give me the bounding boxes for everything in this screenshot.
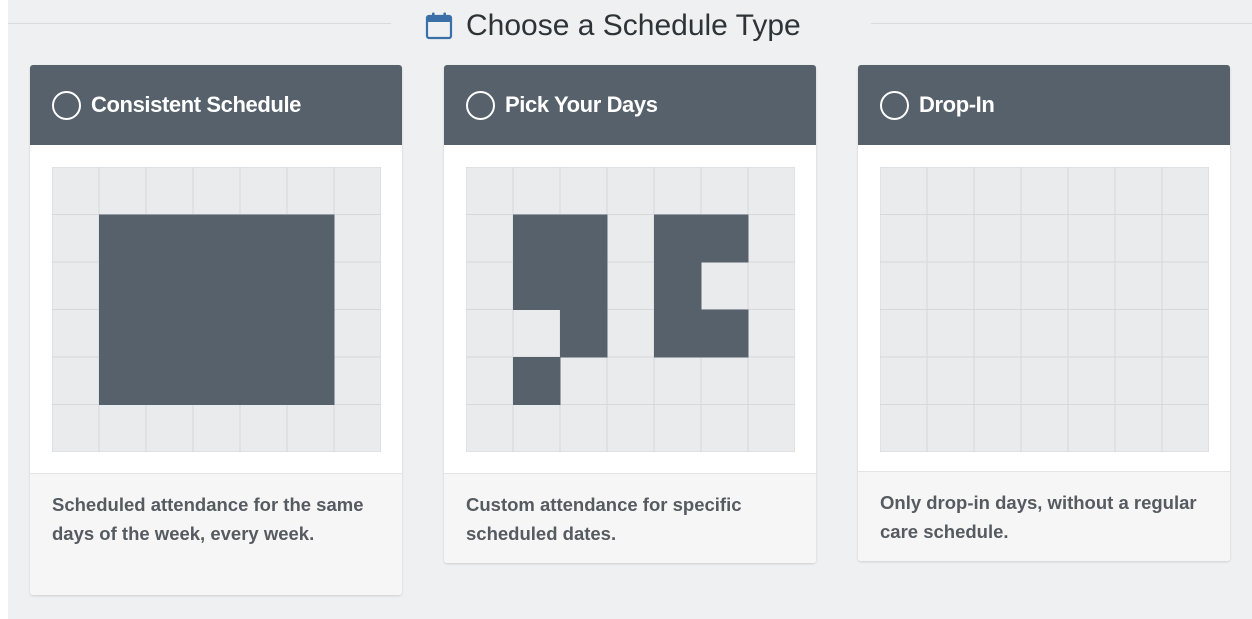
filled-day-cell <box>701 214 749 263</box>
calendar-icon <box>425 12 453 40</box>
schedule-grid-graphic <box>52 167 381 452</box>
card-pick-your-days[interactable]: Pick Your Days Custom attendance for spe… <box>444 65 816 563</box>
card-description: Custom attendance for specific scheduled… <box>444 473 816 563</box>
card-description: Scheduled attendance for the same days o… <box>30 473 402 595</box>
filled-day-cell <box>513 262 561 310</box>
card-title: Drop-In <box>919 92 995 117</box>
filled-day-cell <box>193 262 241 310</box>
filled-day-cell <box>99 214 147 263</box>
filled-day-cell <box>193 357 241 405</box>
card-header[interactable]: Pick Your Days <box>444 65 816 145</box>
heading-divider-left <box>8 23 391 24</box>
filled-day-cell <box>146 309 194 358</box>
card-title: Consistent Schedule <box>91 92 301 117</box>
filled-day-cell <box>146 214 194 263</box>
filled-day-cell <box>99 357 147 405</box>
card-body <box>444 145 816 473</box>
filled-day-cell <box>287 309 335 358</box>
card-drop-in[interactable]: Drop-In Only drop-in days, without a reg… <box>858 65 1230 561</box>
filled-day-cell <box>654 262 702 310</box>
card-description: Only drop-in days, without a regular car… <box>858 471 1230 561</box>
filled-day-cell <box>99 309 147 358</box>
filled-day-cell <box>240 357 288 405</box>
card-body <box>30 145 402 473</box>
card-title: Pick Your Days <box>505 92 658 117</box>
filled-day-cell <box>513 357 561 405</box>
filled-day-cell <box>240 309 288 358</box>
filled-day-cell <box>146 262 194 310</box>
filled-day-cell <box>560 214 608 263</box>
filled-day-cell <box>513 214 561 263</box>
section-heading: Choose a Schedule Type <box>424 6 801 46</box>
radio-drop-in[interactable] <box>880 90 909 120</box>
heading-divider-right <box>871 23 1252 24</box>
radio-consistent-schedule[interactable] <box>52 90 81 120</box>
filled-day-cell <box>287 214 335 263</box>
filled-day-cell <box>193 309 241 358</box>
card-header[interactable]: Consistent Schedule <box>30 65 402 145</box>
filled-day-cell <box>287 262 335 310</box>
schedule-grid <box>52 167 381 452</box>
card-consistent-schedule[interactable]: Consistent Schedule Scheduled attendance… <box>30 65 402 595</box>
section-heading-row: Choose a Schedule Type <box>8 0 1252 48</box>
filled-day-cell <box>240 214 288 263</box>
schedule-grid-graphic <box>880 167 1209 452</box>
section-title: Choose a Schedule Type <box>466 9 801 42</box>
radio-pick-your-days[interactable] <box>466 90 495 120</box>
filled-day-cell <box>654 214 702 263</box>
schedule-type-panel: Choose a Schedule Type Consistent Schedu… <box>8 0 1252 619</box>
filled-day-cell <box>560 262 608 310</box>
filled-day-cell <box>240 262 288 310</box>
filled-day-cell <box>146 357 194 405</box>
schedule-grid-graphic <box>466 167 795 452</box>
filled-day-cell <box>654 309 702 358</box>
card-header[interactable]: Drop-In <box>858 65 1230 145</box>
filled-day-cell <box>193 214 241 263</box>
filled-day-cell <box>701 309 749 358</box>
filled-day-cell <box>99 262 147 310</box>
schedule-grid <box>880 167 1209 452</box>
schedule-grid <box>466 167 795 452</box>
filled-day-cell <box>560 309 608 358</box>
card-body <box>858 145 1230 471</box>
filled-day-cell <box>287 357 335 405</box>
